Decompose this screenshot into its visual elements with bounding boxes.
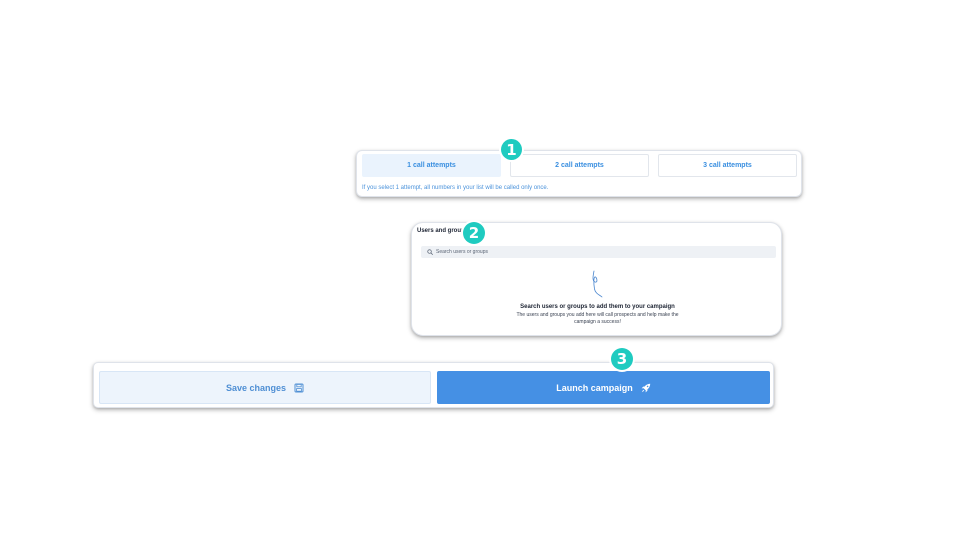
- save-changes-button[interactable]: Save changes: [99, 371, 431, 404]
- users-search-box[interactable]: [421, 246, 776, 258]
- floppy-disk-icon: [294, 383, 304, 392]
- step-marker-1: 1: [501, 139, 522, 160]
- empty-state-title: Search users or groups to add them to yo…: [520, 304, 675, 310]
- step-marker-2: 2: [463, 222, 485, 244]
- save-changes-label: Save changes: [225, 382, 287, 393]
- call-attempts-options: 1 call attempts 2 call attempts 3 call a…: [362, 154, 797, 177]
- call-attempts-hint: If you select 1 attempt, all numbers in …: [362, 185, 549, 191]
- rocket-icon: [641, 383, 650, 392]
- users-groups-heading: Users and groups: [417, 228, 469, 234]
- empty-state-description: The users and groups you add here will c…: [516, 312, 679, 325]
- call-attempts-option-2[interactable]: 2 call attempts: [510, 154, 649, 177]
- step-marker-3: 3: [611, 348, 633, 370]
- call-attempts-panel: 1 call attempts 2 call attempts 3 call a…: [356, 150, 802, 197]
- call-attempts-option-3[interactable]: 3 call attempts: [658, 154, 797, 177]
- doodle-illustration-icon: [592, 270, 603, 298]
- call-attempts-option-1[interactable]: 1 call attempts: [362, 154, 501, 177]
- users-search-input[interactable]: [433, 247, 736, 257]
- launch-campaign-label: Launch campaign: [556, 382, 633, 393]
- campaign-actions-panel: Save changes Launch campaign: [93, 362, 774, 408]
- launch-campaign-button[interactable]: Launch campaign: [437, 371, 770, 404]
